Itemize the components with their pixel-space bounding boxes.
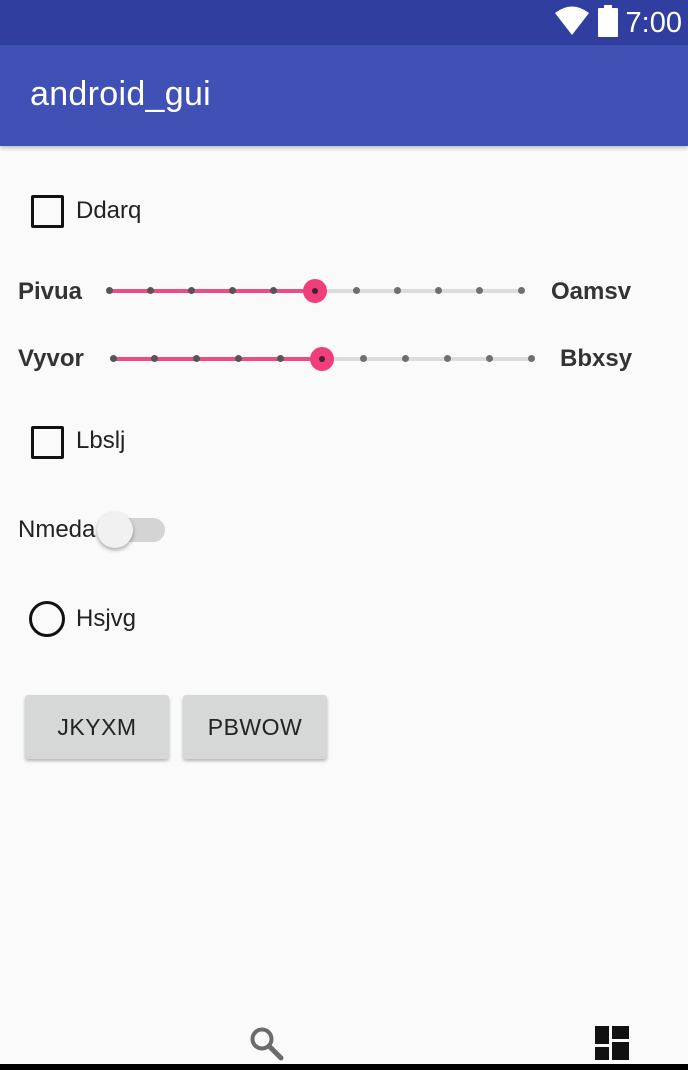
seekbar-right-label: Oamsv	[551, 278, 632, 305]
seekbar-tick	[527, 355, 535, 362]
checkbox-lbslj[interactable]	[31, 426, 64, 459]
switch-label: Nmeda	[18, 516, 96, 543]
seekbar-left-label: Pivua	[18, 278, 83, 305]
checkbox-label[interactable]: Lbslj	[76, 427, 125, 455]
seekbar-vyvor[interactable]	[109, 344, 535, 374]
radio-hsjvg[interactable]	[29, 601, 65, 637]
switch-thumb	[97, 512, 133, 548]
app-bar: android_gui	[0, 45, 688, 146]
status-time: 7:00	[625, 6, 682, 39]
radio-label[interactable]: Hsjvg	[76, 605, 136, 633]
switch-nmeda[interactable]	[97, 509, 167, 549]
seekbar-tick	[517, 287, 525, 294]
seekbar-thumb[interactable]	[303, 279, 327, 303]
search-icon[interactable]	[249, 1026, 285, 1067]
jkyxm-button[interactable]: JKYXM	[25, 695, 169, 759]
seekbar-tick	[352, 287, 360, 294]
wifi-icon	[554, 6, 590, 41]
screen: 7:00 android_gui Ddarq Pivua Oamsv Vyvor…	[0, 0, 688, 1070]
dashboard-icon[interactable]	[595, 1026, 629, 1065]
seekbar-tick	[443, 355, 451, 362]
status-icons: 7:00	[554, 4, 682, 42]
checkbox-label[interactable]: Ddarq	[76, 197, 141, 225]
pbwow-button[interactable]: PBWOW	[183, 695, 327, 759]
checkbox-ddarq[interactable]	[31, 195, 64, 228]
seekbar-pivua[interactable]	[105, 276, 525, 306]
seekbar-tick	[234, 355, 242, 362]
seekbar-tick	[146, 287, 154, 294]
seekbar-progress	[113, 357, 322, 361]
seekbar-tick	[393, 287, 401, 294]
navigation-bar	[0, 1064, 688, 1070]
app-title: android_gui	[30, 75, 212, 113]
seekbar-left-label: Vyvor	[18, 345, 84, 372]
seekbar-progress	[109, 289, 315, 293]
seekbar-thumb[interactable]	[310, 347, 334, 371]
status-bar: 7:00	[0, 0, 688, 45]
seekbar-tick	[276, 355, 284, 362]
bottom-nav	[0, 1020, 688, 1066]
seekbar-tick	[109, 355, 117, 362]
battery-icon	[597, 4, 618, 42]
seekbar-tick	[105, 287, 113, 294]
seekbar-right-label: Bbxsy	[560, 345, 633, 372]
seekbar-tick	[187, 287, 195, 294]
seekbar-tick	[485, 355, 493, 362]
